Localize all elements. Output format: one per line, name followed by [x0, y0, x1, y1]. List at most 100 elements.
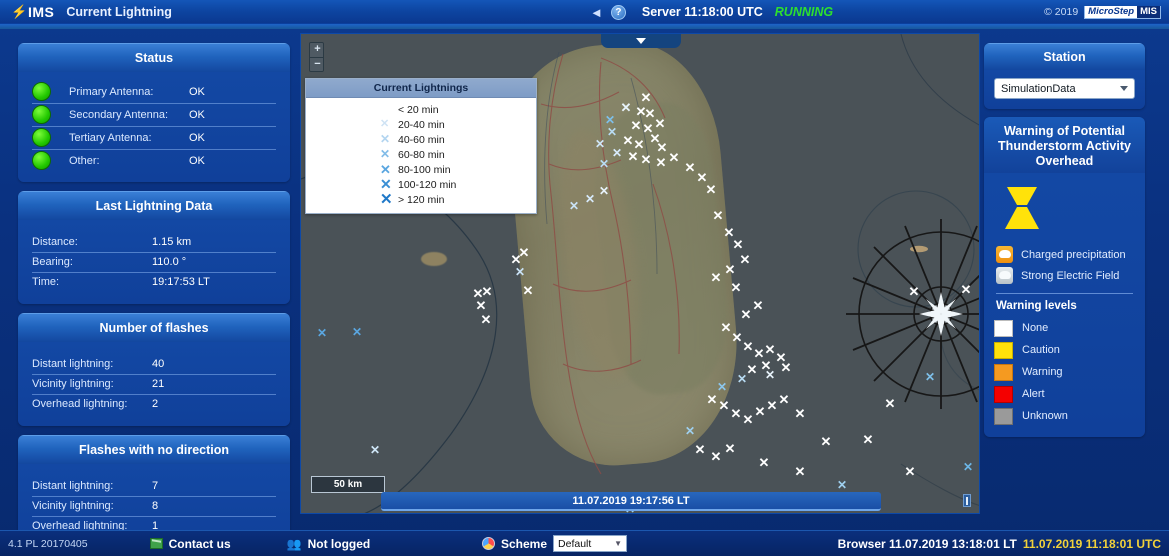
status-row-label: Other: [69, 154, 100, 167]
status-led-icon [32, 82, 51, 101]
station-select[interactable]: SimulationData [994, 78, 1135, 99]
lightning-strike-marker: ✕ [599, 157, 610, 171]
lightning-strike-marker: ✕ [705, 181, 717, 197]
lightning-strike-marker: ✕ [963, 460, 974, 474]
warning-level-swatch [994, 319, 1013, 337]
lightning-bolt-icon: ⚡ [11, 3, 28, 19]
top-bar-right: © 2019 MicroStep MIS [1044, 0, 1161, 24]
lightning-strike-marker: ✕ [908, 283, 920, 299]
map-scale-bar: 50 km [311, 476, 385, 493]
lightning-strike-marker: ✕ [740, 306, 752, 322]
browser-utc-time: 11.07.2019 11:18:01 UTC [1022, 536, 1161, 551]
status-row: Primary Antenna: OK [18, 80, 290, 103]
lightning-strike-marker: ✕ [585, 192, 596, 206]
legend-marker-icon: ✕ [380, 176, 392, 192]
number-of-flashes-title: Number of flashes [18, 313, 290, 342]
lightning-strike-marker: ✕ [370, 443, 381, 457]
contact-us-link[interactable]: Contact us [149, 537, 231, 551]
station-selected-value: SimulationData [1001, 82, 1076, 95]
brand-logo: MicroStep MIS [1084, 5, 1161, 19]
lightning-strike-marker: ✕ [685, 424, 696, 438]
status-row: Secondary Antenna: OK [18, 103, 290, 126]
map-collapse-tab[interactable] [601, 34, 681, 48]
warning-level-row: Unknown [994, 405, 1135, 427]
lightning-strike-marker: ✕ [569, 199, 580, 213]
lightning-strike-marker: ✕ [742, 411, 754, 427]
data-row: Time: 19:17:53 LT [18, 272, 290, 292]
warning-title: Warning of Potential Thunderstorm Activi… [998, 124, 1131, 168]
warning-level-label: Unknown [1022, 410, 1068, 422]
data-row-value: 40 [152, 358, 165, 370]
lightning-strike-marker: ✕ [627, 148, 639, 164]
lightning-strike-marker: ✕ [480, 311, 492, 327]
warning-level-swatch [994, 341, 1013, 359]
warning-indicator-label: Strong Electric Field [1021, 269, 1120, 282]
scheme-label: Scheme [501, 536, 548, 551]
scheme-select[interactable]: Default ▼ [553, 535, 628, 552]
charged-precipitation-icon [996, 246, 1013, 263]
data-row: Distant lightning: 40 [18, 354, 290, 374]
lightning-strike-marker: ✕ [317, 326, 328, 340]
legend-item-label: < 20 min [398, 103, 439, 116]
lightning-strike-marker: ✕ [668, 149, 680, 165]
lightning-map[interactable]: + − Current Lightnings ✕ < 20 min ✕ 20-4… [300, 33, 980, 514]
status-row-value: OK [189, 154, 205, 167]
legend-item: ✕ > 120 min [306, 192, 536, 207]
lightning-strike-marker: ✕ [518, 244, 530, 260]
divider [996, 293, 1133, 294]
data-row-value: 19:17:53 LT [152, 276, 210, 288]
info-handle-icon[interactable] [963, 494, 971, 507]
right-sidebar: Station SimulationData Warning of Potent… [984, 43, 1145, 445]
station-card: Station SimulationData [984, 43, 1145, 109]
lightning-strike-marker: ✕ [724, 440, 736, 456]
data-row-label: Distance: [32, 236, 78, 248]
data-row: Bearing: 110.0 ° [18, 252, 290, 272]
warning-level-row: Caution [994, 339, 1135, 361]
warning-level-label: Warning [1022, 366, 1063, 378]
legend-marker-icon: ✕ [380, 132, 391, 146]
lightning-strike-marker: ✕ [710, 448, 722, 464]
data-row-label: Distant lightning: [32, 358, 114, 370]
copyright-label: © 2019 [1044, 6, 1079, 18]
lightning-strike-marker: ✕ [718, 397, 730, 413]
status-row-label: Primary Antenna: [69, 85, 154, 98]
lightning-strike-marker: ✕ [732, 236, 744, 252]
help-icon[interactable]: ? [610, 4, 626, 20]
login-status[interactable]: 👥 Not logged [287, 537, 371, 551]
status-row-value: OK [189, 85, 205, 98]
back-arrow-icon[interactable]: ◄ [590, 6, 603, 19]
data-row-value: 110.0 ° [152, 256, 187, 268]
legend-marker-icon: ✕ [380, 191, 393, 208]
lightning-strike-marker: ✕ [764, 341, 776, 357]
chevron-down-icon: ▼ [614, 539, 623, 548]
data-row-value: 21 [152, 378, 165, 390]
lightning-strike-marker: ✕ [731, 329, 743, 345]
map-zoom-controls[interactable]: + − [309, 42, 324, 72]
page-title: Current Lightning [66, 4, 172, 19]
warning-level-label: Caution [1022, 344, 1060, 356]
flashes-no-direction-title: Flashes with no direction [18, 435, 290, 464]
warning-levels-list: None Caution Warning Alert Unknown [994, 317, 1135, 427]
map-zoom-in-button[interactable]: + [310, 43, 323, 57]
lightning-strike-marker: ✕ [720, 319, 732, 335]
lightning-strike-marker: ✕ [620, 99, 632, 115]
lightning-strike-marker: ✕ [780, 359, 792, 375]
lightning-strike-marker: ✕ [717, 380, 728, 394]
scheme-selected-value: Default [558, 537, 592, 550]
warning-indicator-list: Charged precipitation Strong Electric Fi… [994, 244, 1135, 286]
station-card-body: SimulationData [984, 70, 1145, 109]
warning-indicator-label: Charged precipitation [1021, 248, 1126, 261]
legend-item-label: 80-100 min [398, 163, 451, 176]
status-led-icon [32, 128, 51, 147]
chevron-down-icon [636, 38, 646, 44]
legend-item: ✕ 20-40 min [306, 117, 536, 132]
legend-item-label: 40-60 min [398, 133, 445, 146]
brand-name-secondary: MIS [1137, 6, 1160, 18]
lightning-strike-marker: ✕ [752, 297, 764, 313]
legend-marker-icon: ✕ [380, 147, 391, 161]
lightning-strike-marker: ✕ [684, 159, 696, 175]
scheme-selector[interactable]: Scheme Default ▼ [482, 535, 628, 552]
legend-item-label: 60-80 min [398, 148, 445, 161]
warning-card: Warning of Potential Thunderstorm Activi… [984, 117, 1145, 437]
map-zoom-out-button[interactable]: − [310, 57, 323, 71]
